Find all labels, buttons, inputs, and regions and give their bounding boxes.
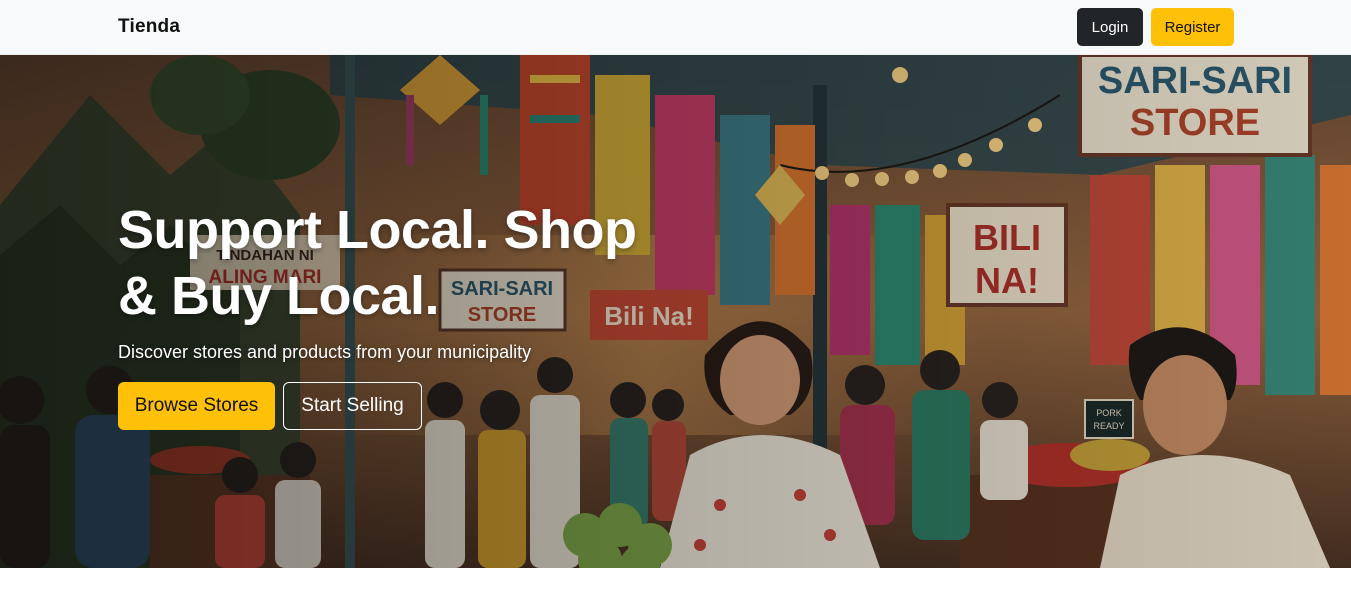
- register-button[interactable]: Register: [1151, 8, 1234, 46]
- start-selling-button[interactable]: Start Selling: [283, 382, 422, 430]
- brand-logo[interactable]: Tienda: [118, 16, 180, 38]
- login-button[interactable]: Login: [1077, 8, 1143, 46]
- hero-title: Support Local. Shop & Buy Local.: [118, 197, 678, 329]
- hero-title-line-1: Support Local. Shop: [118, 200, 637, 260]
- hero-title-line-2: & Buy Local.: [118, 266, 440, 326]
- page-content-area: [0, 568, 1351, 615]
- browse-stores-button[interactable]: Browse Stores: [118, 382, 275, 430]
- navbar: Tienda Login Register: [0, 0, 1351, 55]
- hero-subtitle: Discover stores and products from your m…: [118, 342, 532, 362]
- hero-section: SARI-SARI STORE BILI NA! SARI-SARI STORE…: [0, 55, 1351, 568]
